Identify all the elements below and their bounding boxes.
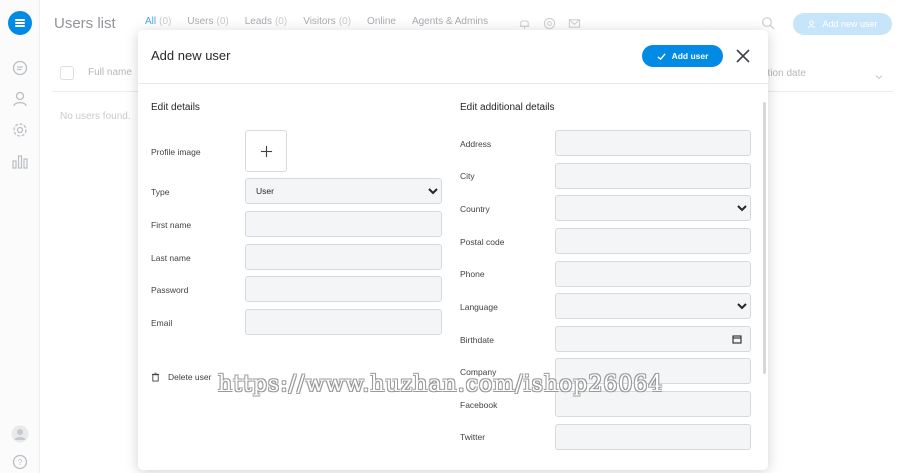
first-name-input[interactable] [245,211,442,237]
twitter-input[interactable] [555,424,751,450]
type-select[interactable]: User [245,178,442,204]
language-select[interactable] [555,293,751,319]
city-label: City [460,171,475,181]
plus-icon [260,145,272,157]
address-label: Address [460,139,492,149]
chat-logo-icon[interactable] [8,11,32,35]
left-rail: ? [0,0,40,473]
trash-icon [151,372,160,382]
watermark-text: https://www.huzhan.com/ishop26064 [218,372,664,397]
twitter-label: Twitter [460,432,486,442]
calendar-icon [732,335,742,344]
type-label: Type [151,187,170,197]
close-icon[interactable] [734,47,752,65]
profile-image-upload[interactable] [245,130,287,172]
modal-title: Add new user [151,48,231,63]
gear-icon[interactable] [11,121,29,139]
facebook-label: Facebook [460,400,498,410]
check-icon [657,52,666,60]
city-input[interactable] [555,163,751,189]
birthdate-label: Birthdate [460,335,495,345]
chat-icon[interactable] [11,59,29,77]
svg-text:?: ? [18,458,23,467]
last-name-label: Last name [151,253,191,263]
modal-scrollbar[interactable] [763,102,766,374]
birthdate-input[interactable] [555,326,751,352]
add-user-button[interactable]: Add user [642,45,723,67]
email-input[interactable] [245,309,442,335]
bar-chart-icon[interactable] [11,152,29,170]
profile-image-label: Profile image [151,147,201,157]
edit-details-title: Edit details [151,102,200,113]
language-label: Language [460,302,498,312]
avatar-icon[interactable] [11,425,29,443]
first-name-label: First name [151,220,192,230]
password-label: Password [151,285,189,295]
phone-label: Phone [460,269,485,279]
postal-code-input[interactable] [555,228,751,254]
password-input[interactable] [245,276,442,302]
modal-header: Add new user Add user [138,30,768,84]
country-label: Country [460,204,490,214]
address-input[interactable] [555,130,751,156]
user-icon[interactable] [11,90,29,108]
edit-additional-details-title: Edit additional details [460,102,555,113]
postal-code-label: Postal code [460,237,505,247]
email-label: Email [151,318,173,328]
country-select[interactable] [555,195,751,221]
help-icon[interactable]: ? [11,453,29,471]
last-name-input[interactable] [245,244,442,270]
add-user-modal: Add new user Add user Edit details Profi… [138,30,768,470]
phone-input[interactable] [555,261,751,287]
delete-user-button[interactable]: Delete user [151,372,211,382]
